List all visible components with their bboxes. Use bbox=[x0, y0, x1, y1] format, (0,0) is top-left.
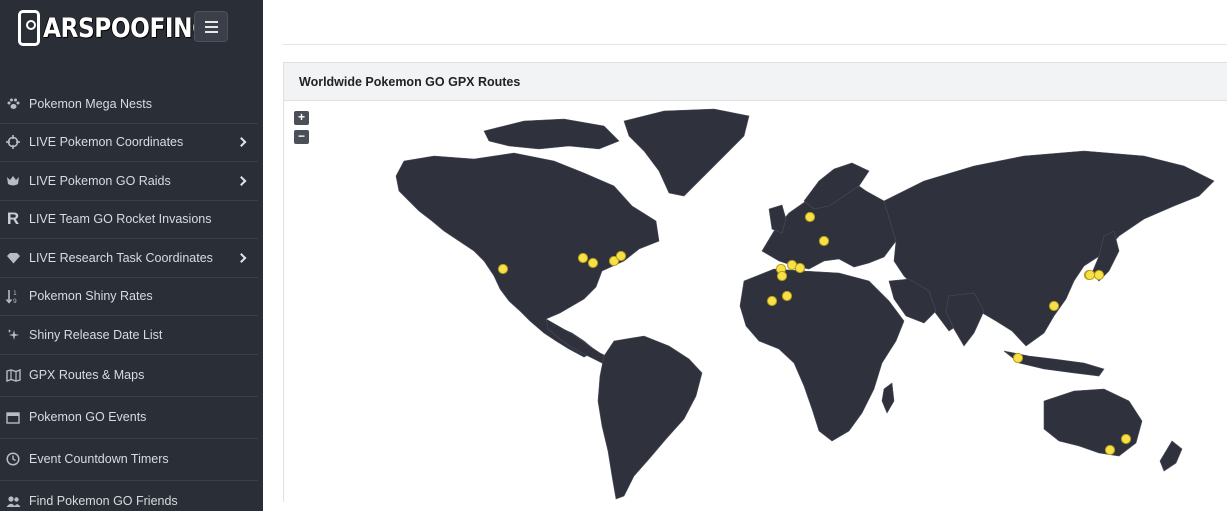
svg-text:9: 9 bbox=[13, 298, 17, 304]
sidebar-item-label: GPX Routes & Maps bbox=[29, 368, 145, 382]
sidebar-item-label: LIVE Team GO Rocket Invasions bbox=[29, 212, 212, 227]
chevron-right-icon bbox=[236, 137, 247, 148]
calendar-icon bbox=[5, 409, 21, 425]
route-marker[interactable] bbox=[818, 235, 830, 247]
madagascar-landmass bbox=[881, 382, 895, 414]
route-marker[interactable] bbox=[1048, 300, 1060, 312]
sidebar-item-rocket-invasions[interactable]: R LIVE Team GO Rocket Invasions bbox=[0, 201, 258, 239]
arctic-islands-landmass bbox=[483, 118, 620, 150]
sidebar-item-events[interactable]: Pokemon GO Events bbox=[0, 397, 258, 439]
phone-pin-icon bbox=[18, 10, 40, 46]
sidebar-item-live-coordinates[interactable]: LIVE Pokemon Coordinates bbox=[0, 124, 258, 162]
route-marker[interactable] bbox=[577, 252, 589, 264]
uk-landmass bbox=[768, 204, 787, 234]
sidebar-item-label: Pokemon GO Events bbox=[29, 410, 147, 424]
route-marker[interactable] bbox=[497, 263, 509, 275]
brand-name: ARSPOOFING bbox=[43, 12, 211, 44]
svg-text:1: 1 bbox=[13, 290, 17, 297]
sidebar-item-shiny-release[interactable]: Shiny Release Date List bbox=[0, 316, 258, 355]
central-america-landmass bbox=[545, 318, 613, 366]
sidebar-item-label: LIVE Pokemon GO Raids bbox=[29, 173, 171, 188]
sidebar-item-live-raids[interactable]: LIVE Pokemon GO Raids bbox=[0, 162, 258, 201]
new-zealand-landmass bbox=[1159, 440, 1183, 472]
map-icon bbox=[5, 367, 21, 383]
sidebar-nav: Pokemon Mega Nests LIVE Pokemon Coordina… bbox=[0, 85, 258, 511]
raid-boss-icon bbox=[5, 173, 21, 189]
sidebar-item-label: Shiny Release Date List bbox=[29, 327, 163, 342]
users-icon bbox=[5, 493, 21, 509]
greenland-landmass bbox=[623, 108, 750, 197]
sidebar-item-label: Pokemon Shiny Rates bbox=[29, 289, 153, 304]
south-america-landmass bbox=[597, 335, 703, 500]
chevron-right-icon bbox=[236, 252, 247, 263]
zoom-out-button[interactable]: − bbox=[294, 130, 309, 144]
paw-icon bbox=[5, 96, 21, 112]
sidebar: ARSPOOFING Pokemon Mega Nests LIVE Pokem… bbox=[0, 0, 263, 511]
gpx-routes-panel: Worldwide Pokemon GO GPX Routes + − bbox=[283, 62, 1227, 502]
route-marker[interactable] bbox=[766, 295, 778, 307]
route-marker[interactable] bbox=[1093, 269, 1105, 281]
sidebar-item-label: Event Countdown Timers bbox=[29, 452, 169, 466]
sidebar-item-label: Pokemon Mega Nests bbox=[29, 96, 152, 111]
route-marker[interactable] bbox=[804, 211, 816, 223]
india-landmass bbox=[945, 292, 985, 347]
route-marker[interactable] bbox=[1104, 444, 1116, 456]
sidebar-item-shiny-rates[interactable]: 19 Pokemon Shiny Rates bbox=[0, 278, 258, 316]
route-marker[interactable] bbox=[776, 270, 788, 282]
sidebar-item-countdown-timers[interactable]: Event Countdown Timers bbox=[0, 439, 258, 481]
sidebar-item-mega-nests[interactable]: Pokemon Mega Nests bbox=[0, 85, 258, 124]
route-marker[interactable] bbox=[587, 257, 599, 269]
clock-icon bbox=[5, 451, 21, 467]
australia-landmass bbox=[1043, 388, 1143, 457]
route-marker[interactable] bbox=[781, 290, 793, 302]
sidebar-item-find-friends[interactable]: Find Pokemon GO Friends bbox=[0, 481, 258, 511]
africa-landmass bbox=[739, 268, 905, 442]
sidebar-item-label: Find Pokemon GO Friends bbox=[29, 494, 178, 508]
world-map-svg bbox=[395, 108, 1215, 500]
route-marker[interactable] bbox=[615, 250, 627, 262]
world-map[interactable]: + − bbox=[284, 101, 1227, 502]
sort-numeric-icon: 19 bbox=[5, 288, 21, 304]
rocket-r-icon: R bbox=[6, 209, 20, 229]
sidebar-item-label: LIVE Research Task Coordinates bbox=[29, 250, 213, 265]
asia-landmass bbox=[883, 150, 1215, 347]
top-divider bbox=[283, 44, 1227, 45]
route-marker[interactable] bbox=[794, 262, 806, 274]
route-marker[interactable] bbox=[1120, 433, 1132, 445]
sidebar-item-gpx-routes[interactable]: GPX Routes & Maps bbox=[0, 355, 258, 397]
gem-icon bbox=[5, 250, 21, 266]
hamburger-menu-button[interactable] bbox=[194, 11, 228, 42]
chevron-right-icon bbox=[236, 175, 247, 186]
sidebar-item-label: LIVE Pokemon Coordinates bbox=[29, 135, 184, 150]
panel-title: Worldwide Pokemon GO GPX Routes bbox=[284, 63, 1227, 101]
route-marker[interactable] bbox=[1084, 269, 1096, 281]
zoom-in-button[interactable]: + bbox=[294, 111, 309, 125]
sparkle-icon bbox=[5, 327, 21, 343]
crosshair-icon bbox=[5, 134, 21, 150]
route-marker[interactable] bbox=[1012, 352, 1024, 364]
sidebar-item-research-tasks[interactable]: LIVE Research Task Coordinates bbox=[0, 239, 258, 278]
